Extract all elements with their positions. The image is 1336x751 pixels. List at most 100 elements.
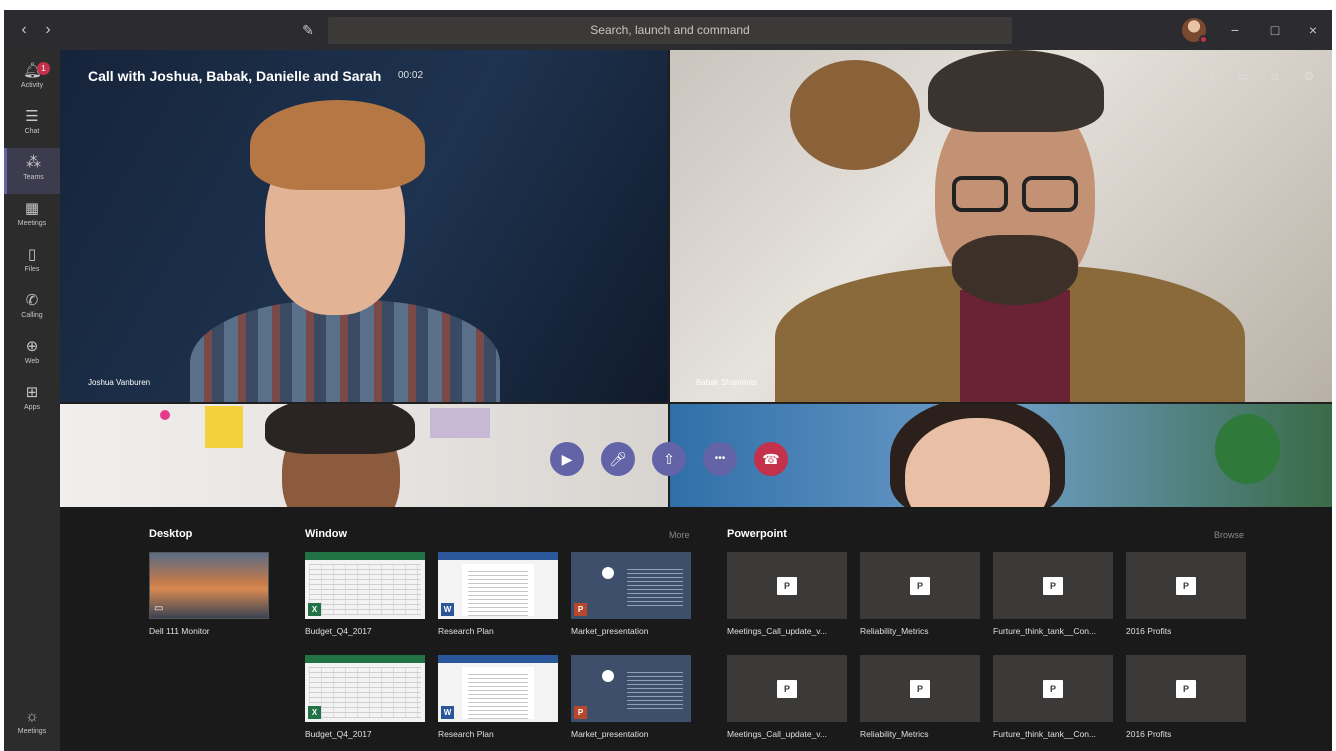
share-tray: Desktop ▭ Dell 111 Monitor Window More X… [60, 507, 1332, 751]
rail-item-teams[interactable]: ⁂ Teams [4, 148, 60, 194]
powerpoint-file-thumbnail[interactable]: P [860, 552, 980, 619]
word-ribbon [438, 655, 558, 663]
slide-text [627, 566, 683, 606]
rail-label: Activity [20, 82, 44, 89]
phone-icon: ✆ [25, 292, 39, 309]
spreadsheet-grid [309, 667, 421, 718]
desktop-label: Dell 111 Monitor [149, 626, 210, 636]
more-options-button[interactable]: ••• [703, 442, 737, 476]
user-avatar[interactable] [1182, 18, 1208, 44]
settings-icon[interactable]: ⚙ [1300, 68, 1318, 84]
window-thumbnail-word[interactable]: W [438, 655, 558, 722]
powerpoint-icon: P [777, 679, 797, 698]
rail-item-files[interactable]: ▯ Files [4, 240, 60, 286]
compose-icon[interactable]: ✎ [298, 20, 318, 40]
forward-arrow-icon[interactable]: › [38, 20, 58, 40]
chat-icon: ☰ [25, 108, 39, 125]
powerpoint-icon: P [910, 679, 930, 698]
rail-label: Calling [21, 312, 43, 319]
excel-icon: X [308, 706, 321, 719]
window-label: Market_presentation [571, 626, 649, 636]
title-bar: ‹ › ✎ Search, launch and command − □ × [4, 10, 1332, 50]
document-page [462, 667, 534, 719]
share-screen-button[interactable]: ⇧ [652, 442, 686, 476]
word-icon: W [441, 603, 454, 616]
excel-ribbon [305, 655, 425, 663]
mute-button[interactable]: 🎤︎ [601, 442, 635, 476]
powerpoint-file-label: Meetings_Call_update_v... [727, 626, 828, 636]
powerpoint-file-thumbnail[interactable]: P [860, 655, 980, 722]
window-thumbnail-powerpoint[interactable]: P [571, 552, 691, 619]
window-thumbnail-excel[interactable]: X [305, 552, 425, 619]
powerpoint-file-label: Reliability_Metrics [860, 729, 929, 739]
rail-label: Web [24, 358, 40, 365]
person-hair [250, 100, 425, 190]
back-arrow-icon[interactable]: ‹ [14, 20, 34, 40]
rail-item-calling[interactable]: ✆ Calling [4, 286, 60, 332]
rail-label: Teams [23, 174, 44, 181]
powerpoint-icon: P [574, 706, 587, 719]
hang-up-button[interactable]: ☎ [754, 442, 788, 476]
more-link[interactable]: More [669, 530, 690, 540]
presence-dot [1199, 35, 1208, 44]
powerpoint-icon: P [777, 576, 797, 595]
rail-item-apps[interactable]: ⊞ Apps [4, 378, 60, 424]
lightbulb-icon: ☼ [25, 708, 39, 725]
rail-item-meetings[interactable]: ▦ Meetings [4, 194, 60, 240]
window-label: Budget_Q4_2017 [305, 626, 372, 636]
powerpoint-file-thumbnail[interactable]: P [727, 655, 847, 722]
window-thumbnail-powerpoint[interactable]: P [571, 655, 691, 722]
notification-badge: 1 [37, 62, 50, 75]
minimize-button[interactable]: − [1225, 20, 1245, 40]
browse-link[interactable]: Browse [1214, 530, 1244, 540]
rail-label: Meetings [17, 728, 47, 735]
excel-ribbon [305, 552, 425, 560]
window-thumbnail-excel[interactable]: X [305, 655, 425, 722]
participants-icon[interactable]: ☺ [1266, 68, 1284, 84]
window-section-title: Window [305, 528, 348, 540]
word-icon: W [441, 706, 454, 719]
plant-decor [1215, 414, 1280, 484]
word-ribbon [438, 552, 558, 560]
window-thumbnail-word[interactable]: W [438, 552, 558, 619]
video-tile-babak[interactable]: Babak Shammas ⛶ ▭ ☺ ⚙ [670, 50, 1332, 402]
powerpoint-file-thumbnail[interactable]: P [1126, 655, 1246, 722]
desktop-section-title: Desktop [149, 528, 193, 540]
wall-decor [790, 60, 920, 170]
teams-window: ‹ › ✎ Search, launch and command − □ × 🔔… [4, 10, 1332, 751]
window-label: Budget_Q4_2017 [305, 729, 372, 739]
rail-item-meetings-bottom[interactable]: ☼ Meetings [4, 702, 60, 748]
video-tile-joshua[interactable]: Joshua Vanburen [60, 50, 668, 402]
powerpoint-icon: P [1043, 679, 1063, 698]
powerpoint-file-thumbnail[interactable]: P [1126, 552, 1246, 619]
expand-icon[interactable]: ⛶ [1200, 68, 1218, 84]
teams-icon: ⁂ [26, 154, 41, 171]
window-label: Market_presentation [571, 729, 649, 739]
call-top-toolbar: ⛶ ▭ ☺ ⚙ [1200, 68, 1330, 84]
chat-icon[interactable]: ▭ [1234, 68, 1252, 84]
rail-item-activity[interactable]: 🔔︎ 1 Activity [4, 56, 60, 102]
slide-graphic [602, 567, 614, 579]
maximize-button[interactable]: □ [1265, 20, 1285, 40]
powerpoint-file-label: Furture_think_tank__Con... [993, 626, 1097, 636]
file-icon: ▯ [27, 246, 37, 263]
excel-icon: X [308, 603, 321, 616]
powerpoint-file-thumbnail[interactable]: P [727, 552, 847, 619]
apps-icon: ⊞ [25, 384, 39, 401]
powerpoint-file-thumbnail[interactable]: P [993, 655, 1113, 722]
rail-item-chat[interactable]: ☰ Chat [4, 102, 60, 148]
powerpoint-file-thumbnail[interactable]: P [993, 552, 1113, 619]
spreadsheet-grid [309, 564, 421, 615]
slide-text [627, 669, 683, 709]
desktop-thumbnail[interactable]: ▭ [149, 552, 269, 619]
monitor-icon: ▭ [154, 603, 164, 614]
glasses-right [1022, 176, 1078, 212]
window-label: Research Plan [438, 626, 494, 636]
close-button[interactable]: × [1303, 20, 1323, 40]
window-label: Research Plan [438, 729, 494, 739]
search-command-bar[interactable]: Search, launch and command [328, 17, 1012, 44]
rail-item-web[interactable]: ⊕ Web [4, 332, 60, 378]
person-hair [265, 404, 415, 454]
video-button[interactable]: ▶ [550, 442, 584, 476]
rail-label: Chat [24, 128, 40, 135]
